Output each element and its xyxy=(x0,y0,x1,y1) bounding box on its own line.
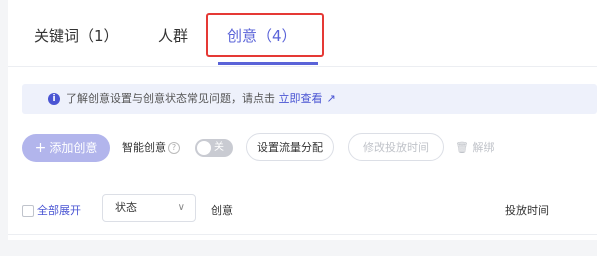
help-icon[interactable]: ? xyxy=(168,142,180,154)
select-all-checkbox[interactable] xyxy=(22,205,34,217)
tab-bar: 关键词（1） 人群 创意（4） xyxy=(8,0,597,67)
add-creative-button[interactable]: + 添加创意 xyxy=(22,134,110,162)
set-traffic-allocation-button[interactable]: 设置流量分配 xyxy=(246,133,334,161)
smart-creative-toggle[interactable]: 关 xyxy=(195,139,233,157)
notice-text: 了解创意设置与创意状态常见问题，请点击 xyxy=(66,92,275,105)
status-select-value: 状态 xyxy=(115,201,137,214)
add-creative-label: 添加创意 xyxy=(49,141,98,155)
external-link-icon[interactable]: ↗ xyxy=(327,84,336,114)
active-tab-indicator xyxy=(218,62,318,65)
smart-creative-text: 智能创意 xyxy=(122,141,166,154)
unbind-button[interactable]: 🗑 解绑 xyxy=(455,139,494,155)
trash-icon: 🗑 xyxy=(455,141,469,154)
tab-keywords[interactable]: 关键词（1） xyxy=(34,24,119,48)
toggle-label: 关 xyxy=(214,142,224,153)
table-header: 全部展开 状态 ∨ 创意 投放时间 xyxy=(8,188,597,235)
info-notice: i 了解创意设置与创意状态常见问题，请点击 立即查看 ↗ xyxy=(22,84,597,114)
highlight-box xyxy=(206,13,324,57)
creative-panel: 关键词（1） 人群 创意（4） i 了解创意设置与创意状态常见问题，请点击 立即… xyxy=(8,0,597,240)
chevron-down-icon: ∨ xyxy=(177,202,185,213)
column-header-schedule: 投放时间 xyxy=(505,204,549,217)
info-icon: i xyxy=(48,93,60,105)
view-now-link[interactable]: 立即查看 xyxy=(279,92,323,105)
toggle-knob xyxy=(197,141,211,155)
edit-schedule-button[interactable]: 修改投放时间 xyxy=(348,133,444,161)
expand-all-link[interactable]: 全部展开 xyxy=(37,202,81,218)
plus-icon: + xyxy=(34,140,47,156)
tab-audience[interactable]: 人群 xyxy=(158,24,188,48)
unbind-label: 解绑 xyxy=(472,141,495,154)
smart-creative-label: 智能创意? xyxy=(122,139,180,155)
status-select[interactable]: 状态 ∨ xyxy=(102,194,196,222)
notice-text-wrap: 了解创意设置与创意状态常见问题，请点击 立即查看 ↗ xyxy=(66,84,336,114)
column-header-creative: 创意 xyxy=(211,204,233,217)
